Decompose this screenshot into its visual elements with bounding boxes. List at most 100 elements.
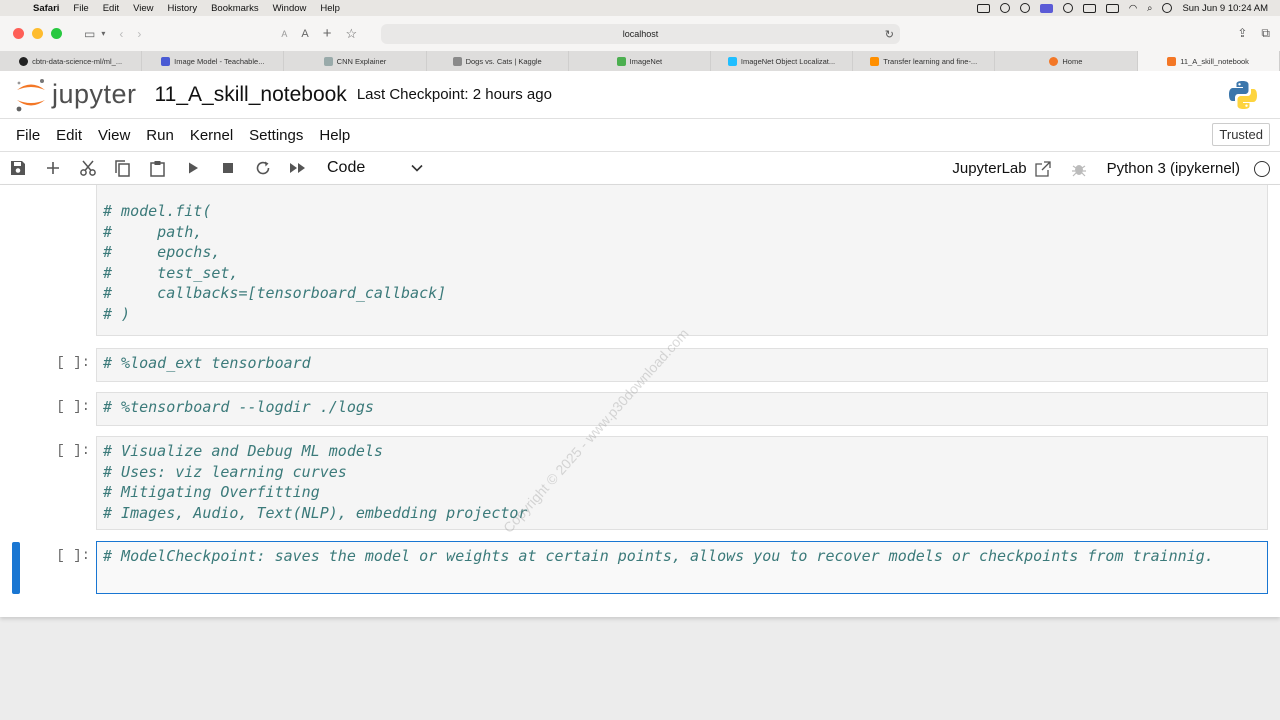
- address-bar[interactable]: localhost ↻: [381, 24, 900, 44]
- jupyter-logo[interactable]: jupyter: [14, 77, 137, 113]
- time-machine-icon[interactable]: [1062, 3, 1073, 13]
- external-link-icon[interactable]: [1034, 160, 1051, 177]
- browser-tab-imagenet-localization[interactable]: ImageNet Object Localizat...: [711, 51, 854, 71]
- text-size-large-icon[interactable]: A: [301, 28, 308, 40]
- extension-icon[interactable]: [1019, 3, 1030, 13]
- share-icon[interactable]: ⇪: [1237, 26, 1247, 41]
- sidebar-icon[interactable]: ▭: [84, 27, 95, 41]
- kaggle-icon: [452, 56, 462, 66]
- code-cell-editor[interactable]: # %tensorboard --logdir ./logs: [96, 392, 1268, 426]
- screen-record-icon[interactable]: [1039, 3, 1053, 13]
- stop-icon: [222, 163, 233, 173]
- code-cell-editor[interactable]: # model.fit( # path, # epochs, # test_se…: [96, 185, 1268, 336]
- cnn-explainer-icon: [323, 56, 333, 66]
- text-size-small-icon[interactable]: A: [281, 29, 287, 39]
- cut-cell-button[interactable]: [70, 152, 105, 185]
- zoom-window-button[interactable]: [51, 28, 62, 39]
- menubar-item-bookmarks[interactable]: Bookmarks: [204, 3, 266, 14]
- menubar-app-name[interactable]: Safari: [26, 3, 66, 14]
- browser-tab-cnn-explainer[interactable]: CNN Explainer: [284, 51, 427, 71]
- cell-prompt: [ ]:: [56, 399, 90, 415]
- code-cell-editor[interactable]: # %load_ext tensorboard: [96, 348, 1268, 382]
- code-cell-editor[interactable]: # Visualize and Debug ML models # Uses: …: [96, 436, 1268, 530]
- clipboard-icon: [150, 160, 165, 177]
- restart-kernel-button[interactable]: [245, 152, 280, 185]
- tensorflow-icon: [870, 56, 880, 66]
- wifi-icon[interactable]: ◠: [1129, 3, 1137, 14]
- browser-tab-bar: cbtn-data-science-ml/ml_... Image Model …: [0, 51, 1280, 71]
- jupyterlab-link[interactable]: JupyterLab: [952, 160, 1026, 177]
- save-button[interactable]: [0, 152, 35, 185]
- python-logo-icon: [1229, 81, 1257, 109]
- browser-tab-imagenet[interactable]: ImageNet: [569, 51, 711, 71]
- spotlight-icon[interactable]: ⌕: [1147, 3, 1152, 14]
- debugger-bug-icon[interactable]: [1071, 161, 1087, 177]
- copy-cell-button[interactable]: [105, 152, 140, 185]
- menu-help[interactable]: Help: [311, 127, 358, 144]
- browser-toolbar: ▭ ▾ ‹ › A A + ☆ localhost ↻ ⇪ ⧉: [0, 16, 1280, 51]
- browser-tab-teachable[interactable]: Image Model - Teachable...: [142, 51, 285, 71]
- macos-menubar: Safari File Edit View History Bookmarks …: [0, 0, 1280, 16]
- reload-icon[interactable]: ↻: [885, 28, 894, 41]
- paste-cell-button[interactable]: [140, 152, 175, 185]
- kernel-name[interactable]: Python 3 (ipykernel): [1107, 160, 1240, 177]
- tab-overview-icon[interactable]: ⧉: [1261, 26, 1270, 41]
- trusted-badge[interactable]: Trusted: [1212, 123, 1270, 146]
- chevron-down-icon[interactable]: ▾: [101, 29, 105, 38]
- close-window-button[interactable]: [13, 28, 24, 39]
- minimize-window-button[interactable]: [32, 28, 43, 39]
- browser-tab-label: cbtn-data-science-ml/ml_...: [32, 56, 123, 66]
- browser-tab-label: 11_A_skill_notebook: [1180, 56, 1249, 66]
- back-icon[interactable]: ‹: [119, 27, 123, 41]
- jupyter-header: jupyter 11_A_skill_notebook Last Checkpo…: [0, 71, 1280, 119]
- bookmark-star-icon[interactable]: ☆: [345, 26, 357, 42]
- notebook-favicon-icon: [1167, 56, 1177, 66]
- menubar-item-history[interactable]: History: [161, 3, 205, 14]
- browser-tab-github[interactable]: cbtn-data-science-ml/ml_...: [0, 51, 143, 71]
- kaggle-k-icon: [727, 56, 737, 66]
- jupyter-logo-text: jupyter: [52, 79, 137, 109]
- browser-tab-label: ImageNet Object Localizat...: [740, 56, 836, 66]
- browser-tab-notebook[interactable]: 11_A_skill_notebook: [1137, 51, 1280, 71]
- run-cell-button[interactable]: [175, 152, 210, 185]
- imagenet-icon: [616, 56, 626, 66]
- active-cell-indicator: [12, 542, 20, 594]
- menubar-item-file[interactable]: File: [66, 3, 95, 14]
- menubar-item-window[interactable]: Window: [266, 3, 314, 14]
- menu-edit[interactable]: Edit: [48, 127, 90, 144]
- display-icon[interactable]: [1082, 3, 1096, 13]
- browser-tab-kaggle[interactable]: Dogs vs. Cats | Kaggle: [427, 51, 569, 71]
- menu-file[interactable]: File: [8, 127, 48, 144]
- save-icon: [10, 161, 25, 175]
- teachable-machine-icon: [161, 56, 171, 66]
- notebook-title[interactable]: 11_A_skill_notebook: [155, 83, 347, 107]
- menu-view[interactable]: View: [90, 127, 138, 144]
- browser-tab-home[interactable]: Home: [995, 51, 1138, 71]
- menubar-item-view[interactable]: View: [126, 3, 160, 14]
- last-checkpoint: Last Checkpoint: 2 hours ago: [356, 86, 552, 103]
- interrupt-kernel-button[interactable]: [210, 152, 245, 185]
- screen-icon[interactable]: [976, 3, 990, 13]
- insert-cell-button[interactable]: [35, 152, 70, 185]
- browser-tab-label: CNN Explainer: [336, 56, 387, 66]
- menubar-clock[interactable]: Sun Jun 9 10:24 AM: [1182, 3, 1268, 14]
- code-cell-editor[interactable]: # ModelCheckpoint: saves the model or we…: [96, 541, 1268, 594]
- menu-kernel[interactable]: Kernel: [182, 127, 241, 144]
- cell-type-select[interactable]: Code: [327, 159, 423, 177]
- menubar-item-edit[interactable]: Edit: [96, 3, 126, 14]
- status-icon[interactable]: [999, 3, 1010, 13]
- forward-icon[interactable]: ›: [137, 27, 141, 41]
- menu-settings[interactable]: Settings: [241, 127, 311, 144]
- cell-prompt: [ ]:: [56, 548, 90, 564]
- menubar-item-help[interactable]: Help: [313, 3, 347, 14]
- browser-tab-transfer-learning[interactable]: Transfer learning and fine-...: [853, 51, 996, 71]
- github-icon: [19, 56, 29, 66]
- control-center-icon[interactable]: [1162, 3, 1173, 13]
- cell-prompt: [ ]:: [56, 355, 90, 371]
- new-tab-icon[interactable]: +: [323, 25, 332, 42]
- battery-icon[interactable]: [1105, 3, 1119, 13]
- restart-icon: [256, 161, 269, 175]
- menu-run[interactable]: Run: [138, 127, 182, 144]
- restart-run-all-button[interactable]: [280, 152, 315, 185]
- play-icon: [188, 162, 198, 174]
